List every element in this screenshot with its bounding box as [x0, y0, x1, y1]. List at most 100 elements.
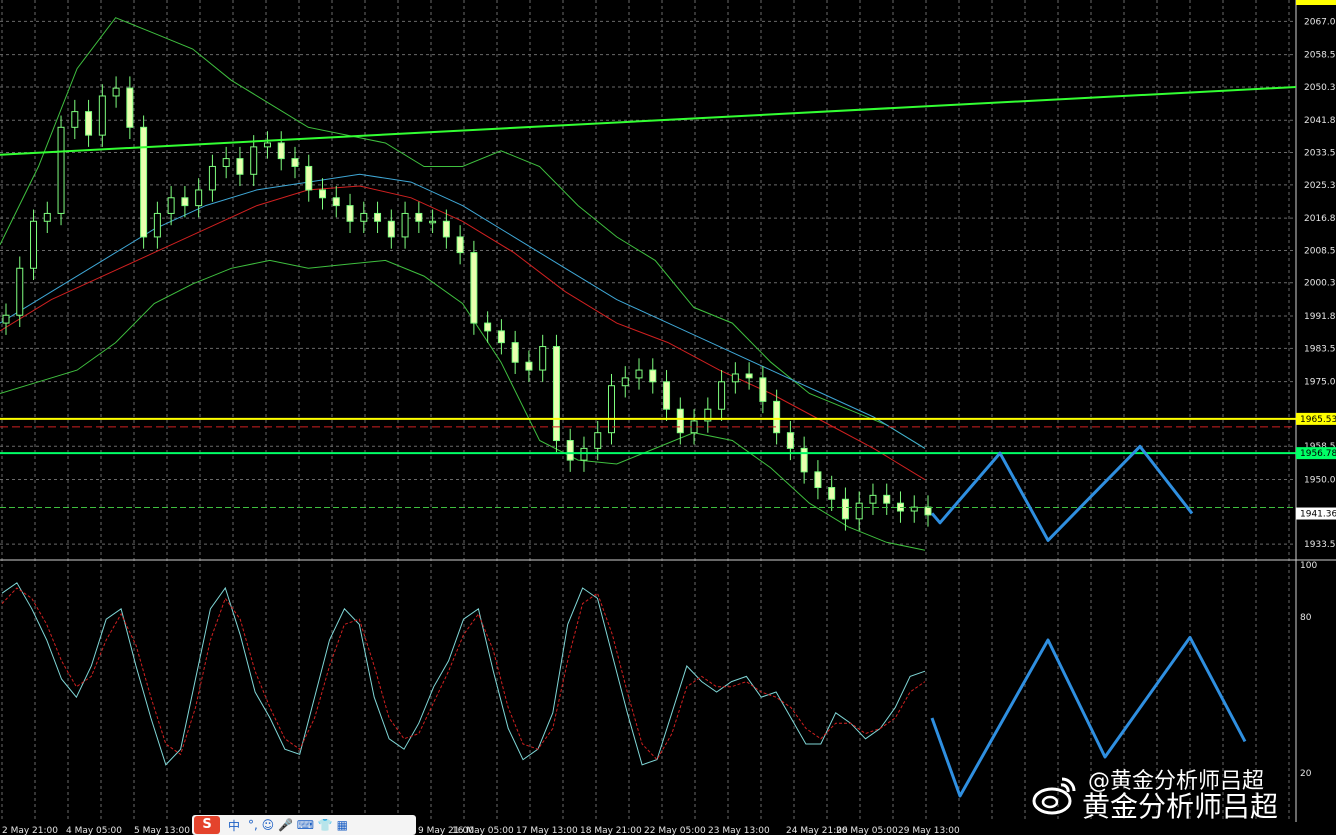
time-tick-label: 26 May 05:00: [836, 826, 898, 835]
candle-body: [195, 189, 203, 207]
candle-body: [676, 408, 684, 434]
candle-body: [442, 220, 450, 238]
bollinger-upper: [0, 17, 926, 449]
price-levels: [0, 85, 1297, 509]
oscillator-tick-label: 80: [1300, 613, 1312, 623]
candle-body: [663, 381, 671, 410]
time-tick-label: 4 May 05:00: [66, 826, 122, 835]
candle-body: [511, 342, 519, 363]
candle-body: [855, 502, 863, 520]
price-tick-label: 1950.05: [1304, 475, 1336, 485]
oscillator-tick-label: 100: [1300, 561, 1317, 571]
time-tick-label: 16 May 05:00: [452, 826, 514, 835]
time-tick-label: 29 May 13:00: [898, 826, 960, 835]
price-tick-label: 1975.05: [1304, 378, 1336, 388]
candle-body: [30, 220, 38, 269]
top-price-tag: [1296, 0, 1336, 5]
candle-body: [85, 111, 93, 136]
price-tag-label: 1956.78: [1300, 449, 1336, 459]
time-tick-label: 17 May 13:00: [516, 826, 578, 835]
candle-body: [497, 330, 505, 344]
candle-body: [759, 377, 767, 402]
price-tick-label: 2016.80: [1304, 214, 1336, 224]
sogou-logo-icon[interactable]: S: [194, 816, 220, 834]
candle-body: [112, 87, 120, 97]
candle-body: [718, 381, 726, 410]
candle-body: [263, 142, 271, 148]
candle-body: [140, 126, 148, 238]
candle-body: [208, 165, 216, 191]
bollinger-lower: [0, 259, 926, 551]
candlesticks: [2, 76, 932, 531]
candle-body: [786, 432, 794, 449]
candle-body: [456, 236, 464, 254]
candle-body: [731, 373, 739, 383]
candle-body: [800, 447, 808, 473]
price-axis: 2067.05 2058.55 2050.30 2041.80 2033.55 2025.…: [1296, 0, 1336, 550]
time-tick-label: 5 May 13:00: [134, 826, 190, 835]
candle-body: [153, 212, 161, 238]
candle-body: [57, 126, 65, 214]
candle-body: [539, 346, 547, 371]
candle-body: [319, 189, 327, 199]
moving-averages: [0, 173, 926, 481]
candle-body: [291, 158, 299, 167]
candle-body: [305, 165, 313, 191]
price-tick-label: 2041.80: [1304, 116, 1336, 126]
candle-body: [401, 212, 409, 238]
oscillator-panel: 1008020: [1, 561, 1317, 779]
candle-body: [43, 212, 51, 222]
time-tick-label: 18 May 21:00: [580, 826, 642, 835]
price-tag-label: 1941.36: [1300, 510, 1336, 520]
bollinger-bands: [0, 17, 926, 551]
candle-body: [181, 197, 189, 207]
chart-canvas: 2067.05 2058.55 2050.30 2041.80 2033.55 2025.…: [0, 0, 1336, 835]
candle-body: [346, 205, 354, 222]
price-tick-label: 2033.55: [1304, 149, 1336, 159]
candle-body: [828, 487, 836, 500]
ma-fast: [0, 173, 926, 449]
time-tick-label: 2 May 21:00: [2, 826, 58, 835]
candle-body: [250, 146, 258, 175]
candle-body: [814, 471, 822, 489]
price-tick-label: 2025.30: [1304, 181, 1336, 191]
candle-body: [869, 494, 877, 504]
candle-body: [594, 432, 602, 449]
weibo-watermark: @黄金分析师吕超 黄金分析师吕超: [1030, 763, 1330, 823]
price-tick-label: 1933.55: [1304, 540, 1336, 550]
ime-mode-label[interactable]: 中: [228, 817, 240, 834]
candle-body: [470, 252, 478, 324]
time-tick-label: 23 May 13:00: [708, 826, 770, 835]
price-tick-label: 2067.05: [1304, 17, 1336, 27]
trend-line: [0, 85, 1297, 156]
price-tick-label: 2058.55: [1304, 51, 1336, 61]
price-tag-label: 1965.53: [1300, 415, 1336, 425]
price-tick-label: 2008.55: [1304, 246, 1336, 256]
candle-body: [2, 314, 10, 324]
price-tick-label: 2000.30: [1304, 279, 1336, 289]
candle-body: [360, 212, 368, 222]
candle-body: [566, 440, 574, 461]
candle-body: [883, 494, 891, 504]
candle-body: [525, 361, 533, 371]
ime-tool-icons[interactable]: °, ☺ 🎤 ⌨ 👕 ▦: [248, 818, 348, 832]
candle-body: [167, 197, 175, 214]
candle-body: [277, 142, 285, 160]
forecast-path: [930, 444, 1247, 798]
weibo-logo-icon: [1032, 777, 1076, 815]
ime-toolbar[interactable]: S 中 °, ☺ 🎤 ⌨ 👕 ▦: [192, 815, 416, 835]
candle-body: [16, 267, 24, 316]
ma-slow: [0, 185, 926, 481]
candle-body: [236, 158, 244, 175]
candle-body: [429, 220, 437, 224]
candle-body: [71, 111, 79, 128]
time-tick-label: 22 May 05:00: [644, 826, 706, 835]
time-axis: 2 May 21:00 4 May 05:00 5 May 13:00 9 May 2…: [2, 826, 960, 835]
candle-body: [621, 377, 629, 387]
candle-body: [841, 498, 849, 520]
price-tick-label: 2050.30: [1304, 83, 1336, 93]
price-tick-label: 1991.80: [1304, 312, 1336, 322]
candle-body: [745, 373, 753, 379]
candle-body: [222, 158, 230, 167]
price-tick-label: 1983.55: [1304, 344, 1336, 354]
